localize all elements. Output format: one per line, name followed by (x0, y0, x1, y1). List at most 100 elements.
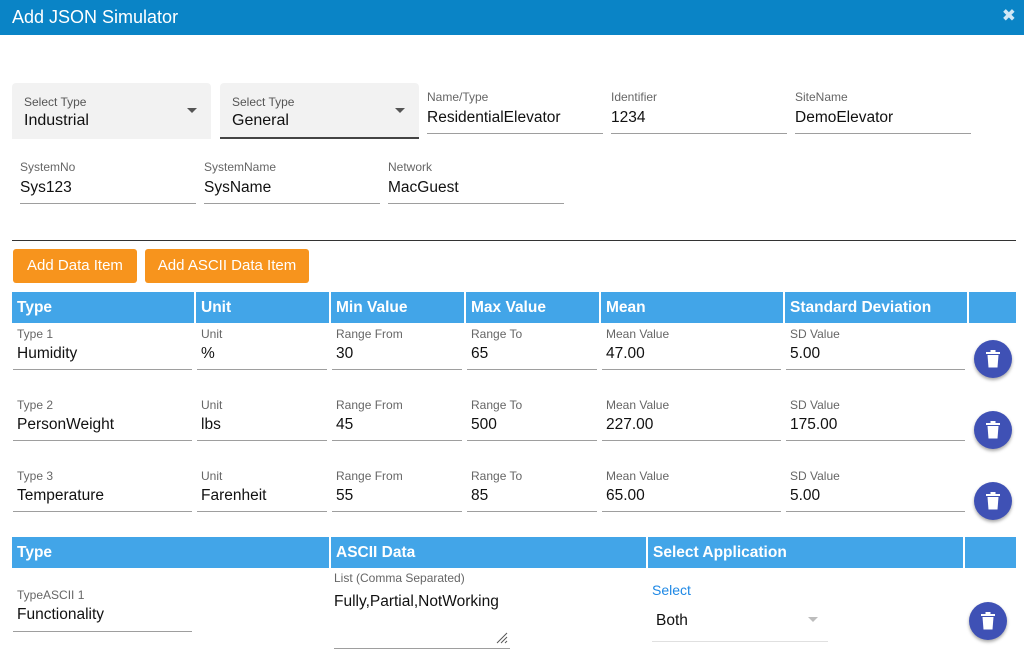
textarea-value: Fully,Partial,NotWorking (334, 593, 499, 610)
cell-value: Temperature (17, 487, 105, 504)
type-input[interactable]: Type 3 Temperature (13, 469, 192, 512)
cell-value: 5.00 (790, 345, 821, 362)
cell-value: 500 (471, 416, 497, 433)
delete-row-button[interactable] (974, 482, 1012, 520)
unit-input[interactable]: Unit Farenheit (197, 469, 327, 512)
cell-label: Range To (471, 327, 523, 341)
select-application-dropdown[interactable]: Both (652, 604, 828, 642)
cell-label: Range From (336, 469, 403, 483)
cell-label: Range From (336, 398, 403, 412)
range-to-input[interactable]: Range To 85 (467, 469, 597, 512)
delete-row-button[interactable] (974, 340, 1012, 378)
type-input[interactable]: Type 2 PersonWeight (13, 398, 192, 441)
dialog-title: Add JSON Simulator (12, 7, 179, 27)
column-header-mean: Mean (601, 292, 785, 323)
cell-label: Mean Value (606, 469, 670, 483)
add-ascii-data-item-button[interactable]: Add ASCII Data Item (145, 249, 309, 283)
chevron-down-icon (808, 617, 818, 622)
cell-label: SD Value (790, 327, 840, 341)
chevron-down-icon (395, 108, 405, 113)
category-type-select[interactable]: Select Type General (220, 83, 419, 139)
cell-label: Unit (201, 327, 223, 341)
range-to-input[interactable]: Range To 65 (467, 327, 597, 370)
column-header-select-application: Select Application (648, 537, 965, 568)
data-table-header: Type Unit Min Value Max Value Mean Stand… (12, 292, 1016, 323)
cell-value: 45 (336, 416, 354, 433)
trash-icon (986, 492, 1000, 510)
column-header-type: Type (12, 537, 331, 568)
ascii-list-textarea[interactable]: List (Comma Separated) Fully,Partial,Not… (334, 571, 510, 649)
chevron-down-icon (187, 108, 197, 113)
field-label: Identifier (611, 90, 658, 104)
unit-input[interactable]: Unit lbs (197, 398, 327, 441)
cell-value: % (201, 345, 215, 362)
select-application-label: Select (652, 582, 691, 598)
add-data-item-button[interactable]: Add Data Item (13, 249, 137, 283)
field-value: DemoElevator (795, 109, 894, 126)
field-label: SystemNo (20, 160, 76, 174)
select-value: Both (656, 612, 688, 629)
field-value: ResidentialElevator (427, 109, 561, 126)
field-label: SystemName (204, 160, 277, 174)
trash-icon (986, 421, 1000, 439)
cell-value: 65.00 (606, 487, 645, 504)
ascii-type-input[interactable]: TypeASCII 1 Functionality (13, 588, 192, 632)
cell-label: SD Value (790, 398, 840, 412)
type-input[interactable]: Type 1 Humidity (13, 327, 192, 370)
delete-row-button[interactable] (974, 411, 1012, 449)
dialog-title-bar: Add JSON Simulator ✖ (0, 0, 1024, 35)
cell-label: Range From (336, 327, 403, 341)
system-no-field[interactable]: SystemNo Sys123 (20, 160, 196, 204)
delete-row-button[interactable] (969, 602, 1007, 640)
unit-input[interactable]: Unit % (197, 327, 327, 370)
cell-label: TypeASCII 1 (17, 588, 85, 602)
ascii-table-header: Type ASCII Data Select Application (12, 537, 1016, 568)
cell-label: SD Value (790, 469, 840, 483)
section-divider (12, 240, 1016, 241)
name-type-field[interactable]: Name/Type ResidentialElevator (427, 90, 603, 134)
select-value: General (232, 112, 289, 129)
industry-type-select[interactable]: Select Type Industrial (12, 83, 211, 139)
cell-value: 30 (336, 345, 354, 362)
column-header-max-value: Max Value (466, 292, 601, 323)
cell-label: Type 1 (17, 327, 54, 341)
sd-value-input[interactable]: SD Value 5.00 (786, 469, 965, 512)
range-from-input[interactable]: Range From 30 (332, 327, 462, 370)
cell-label: Unit (201, 398, 223, 412)
cell-value: 85 (471, 487, 489, 504)
mean-value-input[interactable]: Mean Value 227.00 (602, 398, 781, 441)
select-label: Select Type (232, 95, 295, 109)
resize-grip-icon[interactable] (496, 632, 508, 644)
field-label: SiteName (795, 90, 848, 104)
cell-value: 55 (336, 487, 354, 504)
sd-value-input[interactable]: SD Value 5.00 (786, 327, 965, 370)
field-label: Network (388, 160, 433, 174)
site-name-field[interactable]: SiteName DemoElevator (795, 90, 971, 134)
cell-value: 5.00 (790, 487, 821, 504)
mean-value-input[interactable]: Mean Value 65.00 (602, 469, 781, 512)
cell-value: 65 (471, 345, 489, 362)
cell-label: Mean Value (606, 398, 670, 412)
column-header-min-value: Min Value (331, 292, 466, 323)
range-from-input[interactable]: Range From 55 (332, 469, 462, 512)
cell-value: PersonWeight (17, 416, 115, 433)
range-to-input[interactable]: Range To 500 (467, 398, 597, 441)
sd-value-input[interactable]: SD Value 175.00 (786, 398, 965, 441)
close-icon[interactable]: ✖ (1002, 6, 1016, 26)
trash-icon (981, 612, 995, 630)
identifier-field[interactable]: Identifier 1234 (611, 90, 787, 134)
field-label: Name/Type (427, 90, 489, 104)
cell-value: Farenheit (201, 487, 267, 504)
field-value: Sys123 (20, 179, 72, 196)
cell-value: 47.00 (606, 345, 645, 362)
mean-value-input[interactable]: Mean Value 47.00 (602, 327, 781, 370)
network-field[interactable]: Network MacGuest (388, 160, 564, 204)
column-header-standard-deviation: Standard Deviation (785, 292, 969, 323)
cell-value: Humidity (17, 345, 78, 362)
select-label: Select Type (24, 95, 87, 109)
column-header-ascii-data: ASCII Data (331, 537, 648, 568)
textarea-label: List (Comma Separated) (334, 571, 465, 585)
cell-label: Range To (471, 469, 523, 483)
system-name-field[interactable]: SystemName SysName (204, 160, 380, 204)
range-from-input[interactable]: Range From 45 (332, 398, 462, 441)
